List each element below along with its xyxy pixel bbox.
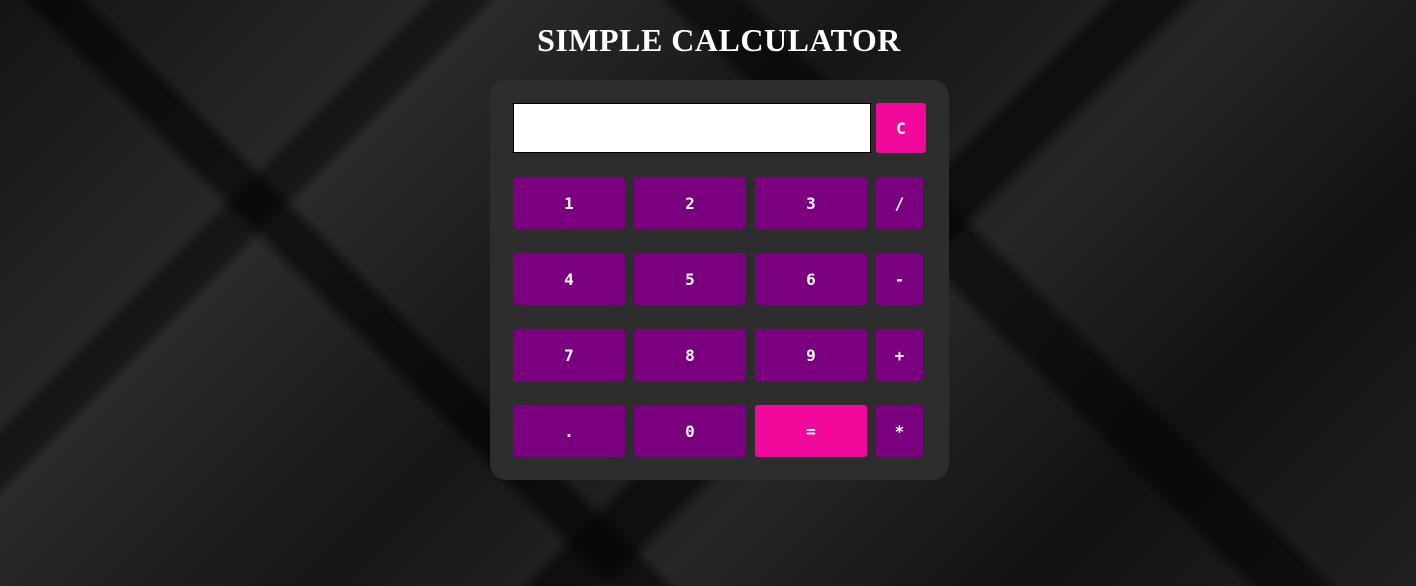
digit-2-button[interactable]: 2 xyxy=(634,177,746,229)
digit-4-button[interactable]: 4 xyxy=(513,253,625,305)
add-button[interactable]: + xyxy=(876,329,923,381)
digit-6-button[interactable]: 6 xyxy=(755,253,867,305)
digit-7-button[interactable]: 7 xyxy=(513,329,625,381)
decimal-button[interactable]: . xyxy=(513,405,625,457)
digit-5-button[interactable]: 5 xyxy=(634,253,746,305)
digit-8-button[interactable]: 8 xyxy=(634,329,746,381)
calculator-display[interactable] xyxy=(513,103,871,153)
digit-3-button[interactable]: 3 xyxy=(755,177,867,229)
divide-button[interactable]: / xyxy=(876,177,923,229)
calculator-panel: C 1 2 3 / 4 5 6 - 7 8 9 + . 0 = * xyxy=(490,80,949,480)
equals-button[interactable]: = xyxy=(755,405,867,457)
page-title: SIMPLE CALCULATOR xyxy=(537,22,901,58)
digit-1-button[interactable]: 1 xyxy=(513,177,625,229)
digit-9-button[interactable]: 9 xyxy=(755,329,867,381)
clear-button[interactable]: C xyxy=(876,103,926,153)
multiply-button[interactable]: * xyxy=(876,405,923,457)
digit-0-button[interactable]: 0 xyxy=(634,405,746,457)
subtract-button[interactable]: - xyxy=(876,253,923,305)
